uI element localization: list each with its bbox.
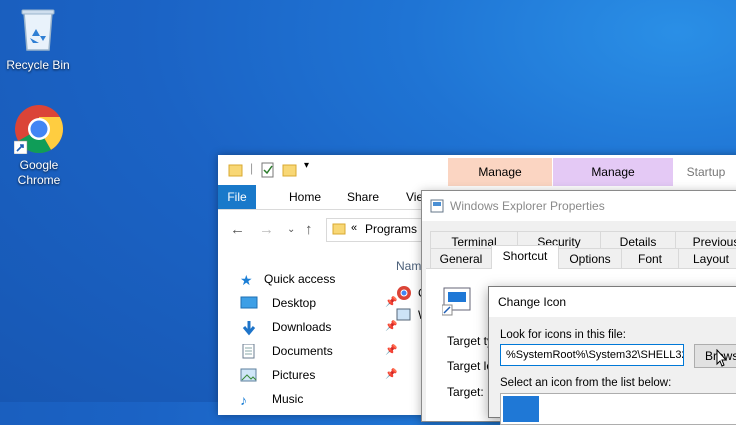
new-folder-icon[interactable] — [282, 162, 298, 178]
up-arrow-icon[interactable]: ↑ — [305, 221, 313, 238]
dialog-titlebar: Windows Explorer Properties — [422, 191, 736, 221]
toolbar-separator: | — [250, 161, 254, 175]
contextual-tab-manage-shortcut[interactable]: Manage — [448, 158, 552, 186]
dialog-titlebar: Change Icon — [489, 287, 736, 317]
tab-font[interactable]: Font — [621, 248, 679, 269]
address-separator: « — [351, 222, 358, 234]
download-arrow-icon — [242, 321, 256, 336]
music-icon: ♪ — [240, 392, 247, 408]
tab-options[interactable]: Options — [558, 248, 622, 269]
properties-check-icon[interactable] — [260, 162, 276, 178]
tab-share[interactable]: Share — [337, 185, 389, 209]
folder-icon — [332, 223, 346, 235]
chrome-icon — [14, 105, 64, 154]
customize-toolbar-icon[interactable]: ▾ — [304, 160, 309, 171]
documents-icon — [242, 344, 255, 359]
quick-access-toolbar: | ▾ Manage Manage Startup — [218, 155, 736, 186]
recycle-bin-icon — [21, 9, 55, 51]
pin-icon[interactable]: 📌 — [385, 364, 397, 386]
dialog-title: Change Icon — [498, 295, 567, 309]
change-icon-dialog: Change Icon Look for icons in this file:… — [488, 286, 736, 425]
pin-icon[interactable]: 📌 — [385, 316, 397, 338]
icon-file-path-input[interactable]: %SystemRoot%\System32\SHELL32 — [500, 344, 684, 366]
forward-arrow-icon[interactable]: → — [259, 221, 274, 238]
mouse-cursor-icon — [716, 349, 728, 367]
window-title-startup: Startup — [686, 165, 726, 179]
desktop-icon-recycle-bin[interactable]: Recycle Bin — [0, 6, 76, 73]
back-arrow-icon[interactable]: ← — [230, 221, 245, 238]
recent-locations-icon[interactable]: ⌄ — [287, 224, 295, 235]
desktop-icon — [240, 296, 258, 309]
pictures-icon — [240, 368, 257, 382]
tab-file[interactable]: File — [218, 185, 256, 209]
shortcut-large-icon — [442, 287, 471, 316]
dialog-title: Windows Explorer Properties — [450, 199, 605, 213]
tab-general[interactable]: General — [430, 248, 492, 269]
shortcut-icon — [396, 308, 411, 321]
address-crumb[interactable]: Programs — [365, 222, 417, 236]
star-icon: ★ — [240, 272, 253, 288]
desktop-icon-google-chrome[interactable]: Google Chrome — [1, 104, 77, 188]
look-for-icons-label: Look for icons in this file: — [500, 329, 626, 341]
tab-home[interactable]: Home — [279, 185, 331, 209]
column-header-name[interactable]: Nam — [396, 259, 421, 273]
desktop-icon-label: Recycle Bin — [6, 58, 70, 72]
icon-list[interactable] — [500, 393, 736, 425]
explorer-shortcut-icon — [430, 199, 444, 213]
selected-icon-item[interactable] — [503, 396, 539, 422]
select-icon-label: Select an icon from the list below: — [500, 377, 672, 389]
tab-shortcut[interactable]: Shortcut — [491, 245, 559, 269]
pin-icon[interactable]: 📌 — [385, 292, 397, 314]
label-target: Target: — [447, 385, 484, 399]
desktop-icon-label: Google Chrome — [17, 158, 61, 187]
pin-icon[interactable]: 📌 — [385, 340, 397, 362]
contextual-tab-manage-app[interactable]: Manage — [553, 158, 673, 186]
chrome-icon — [397, 286, 411, 300]
folder-icon — [228, 164, 243, 177]
tab-layout[interactable]: Layout — [678, 248, 736, 269]
